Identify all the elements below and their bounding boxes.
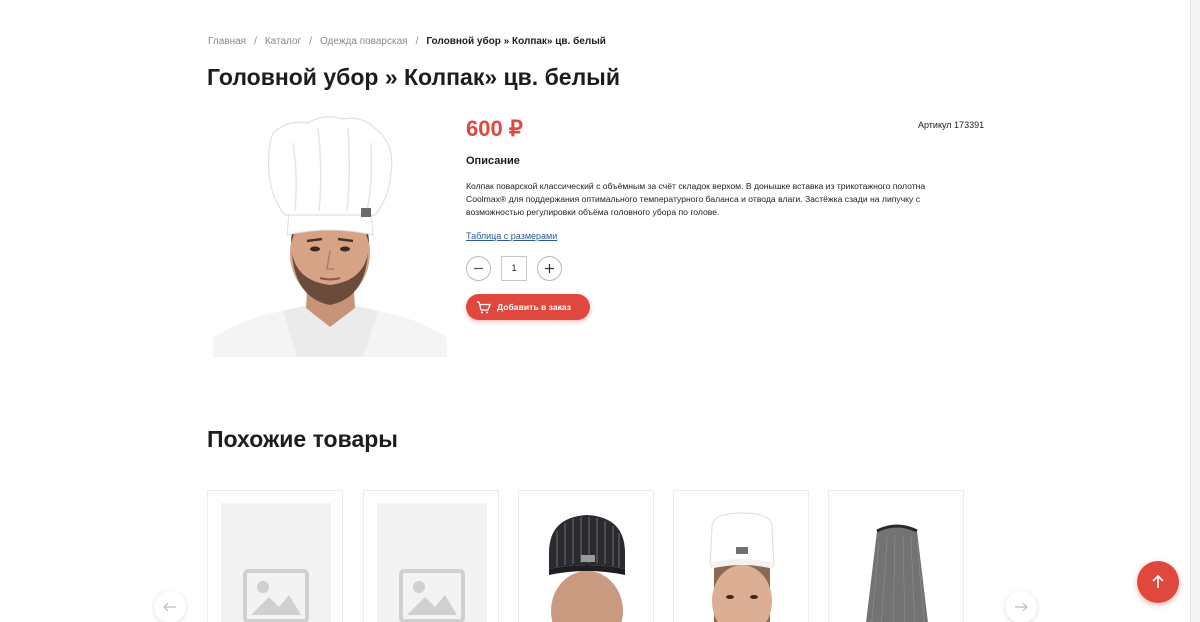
breadcrumb-chef-clothing[interactable]: Одежда поварская [320, 36, 408, 47]
product-card[interactable] [673, 490, 809, 622]
quantity-stepper: 1 [466, 256, 562, 281]
image-icon [399, 569, 465, 622]
plus-icon [545, 264, 554, 273]
add-to-order-label: Добавить в заказ [497, 302, 572, 312]
product-price: 600 ₽ [466, 116, 523, 141]
similar-products-heading: Похожие товары [207, 426, 398, 452]
description-text: Колпак поварской классический с объёмным… [466, 181, 926, 217]
product-image [549, 515, 625, 622]
product-photo[interactable] [213, 113, 447, 357]
image-placeholder [221, 503, 331, 622]
quantity-input[interactable]: 1 [501, 256, 527, 281]
cart-icon [477, 300, 491, 313]
scroll-to-top-button[interactable] [1137, 561, 1179, 603]
image-icon [243, 569, 309, 622]
breadcrumb-separator: / [309, 36, 312, 47]
add-to-order-button[interactable]: Добавить в заказ [466, 294, 590, 320]
minus-icon [474, 267, 483, 270]
image-placeholder [377, 503, 487, 622]
breadcrumb-separator: / [415, 36, 419, 47]
arrow-right-icon [1015, 602, 1028, 612]
arrow-left-icon [163, 602, 176, 612]
arrow-up-icon [1152, 575, 1164, 588]
carousel-prev-button[interactable] [154, 591, 186, 622]
product-card[interactable] [207, 490, 343, 622]
breadcrumb-home[interactable]: Главная [208, 36, 246, 47]
breadcrumb-separator: / [254, 36, 257, 47]
scrollbar[interactable] [1190, 0, 1200, 622]
increase-quantity-button[interactable] [537, 256, 562, 281]
product-sku: Артикул 173391 [918, 120, 985, 130]
size-table-link[interactable]: Таблица с размерами [466, 231, 557, 241]
breadcrumb-current: Головной убор » Колпак» цв. белый [426, 36, 606, 47]
decrease-quantity-button[interactable] [466, 256, 491, 281]
breadcrumb-catalog[interactable]: Каталог [265, 36, 301, 47]
page-title: Головной убор » Колпак» цв. белый [207, 64, 620, 90]
carousel-next-button[interactable] [1005, 591, 1037, 622]
description-heading: Описание [466, 155, 520, 167]
product-card[interactable] [518, 490, 654, 622]
breadcrumb: Главная / Каталог / Одежда поварская / Г… [208, 36, 606, 47]
product-image [866, 524, 928, 622]
product-card[interactable] [363, 490, 499, 622]
product-image [709, 512, 775, 622]
product-card[interactable] [828, 490, 964, 622]
